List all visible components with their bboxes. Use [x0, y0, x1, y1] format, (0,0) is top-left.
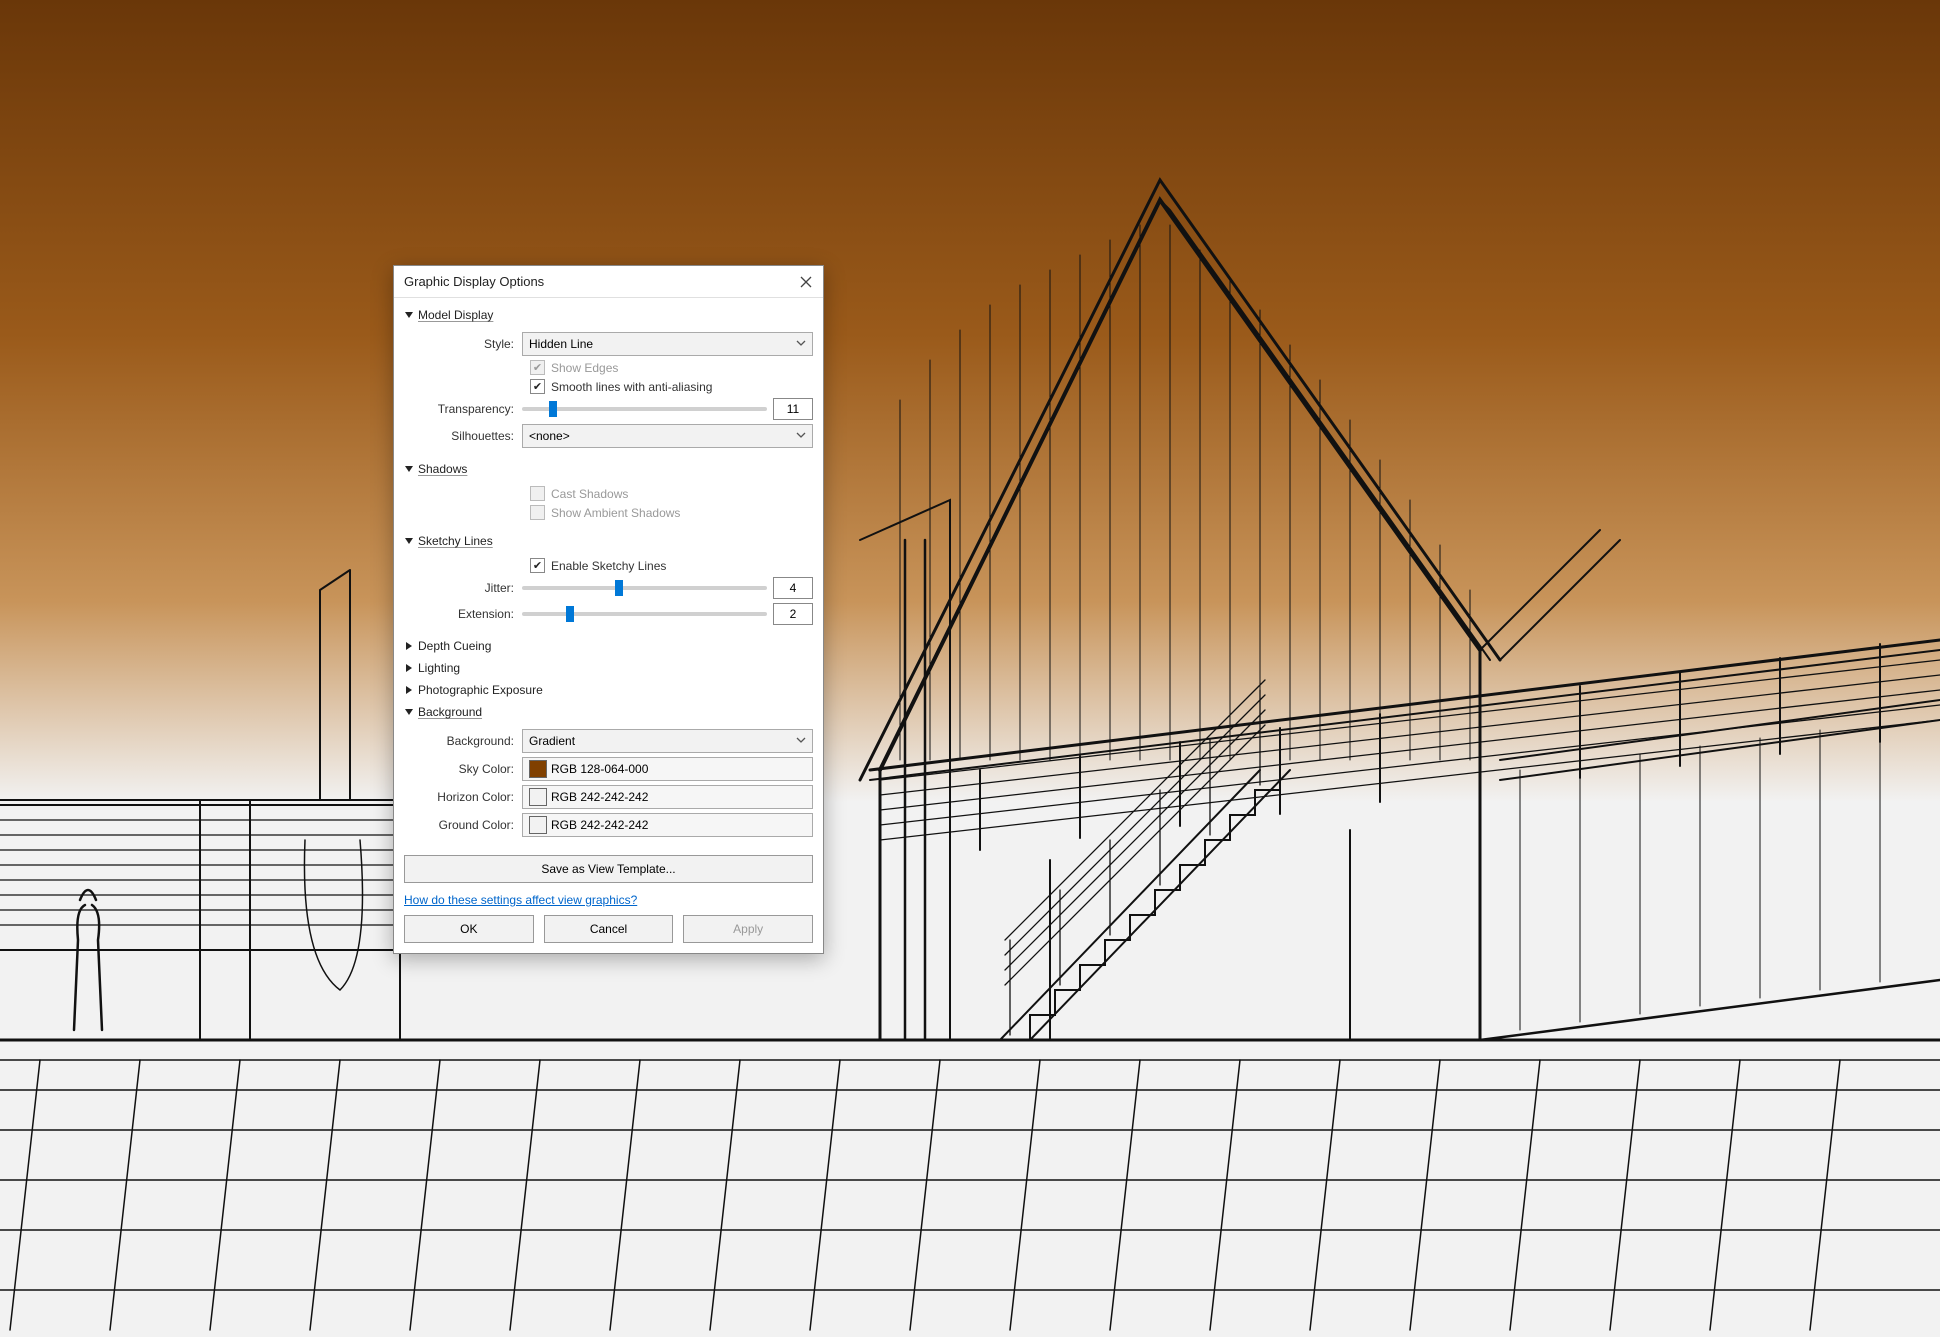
background-select[interactable]: Gradient [522, 729, 813, 753]
apply-label: Apply [733, 922, 763, 936]
transparency-slider[interactable] [522, 407, 767, 411]
cast-shadows-label: Cast Shadows [551, 487, 628, 501]
expand-right-icon [404, 685, 414, 695]
horizon-color-label: Horizon Color: [404, 790, 522, 804]
close-icon [800, 276, 812, 288]
dialog-body: Model Display Style: Hidden Line Show Ed… [394, 298, 823, 953]
section-model-display-content: Style: Hidden Line Show Edges Smooth lin… [404, 326, 813, 458]
extension-label: Extension: [404, 607, 522, 621]
graphic-display-options-dialog: Graphic Display Options Model Display St… [393, 265, 824, 954]
section-model-display-header[interactable]: Model Display [404, 304, 813, 326]
background-label: Background: [404, 734, 522, 748]
extension-slider[interactable] [522, 612, 767, 616]
sky-color-swatch [529, 760, 547, 778]
style-label: Style: [404, 337, 522, 351]
dialog-titlebar[interactable]: Graphic Display Options [394, 266, 823, 298]
save-template-label: Save as View Template... [541, 862, 675, 876]
silhouettes-value: <none> [529, 429, 570, 443]
background-value: Gradient [529, 734, 575, 748]
expand-down-icon [404, 310, 414, 320]
section-background-header[interactable]: Background [404, 701, 813, 723]
cancel-label: Cancel [590, 922, 627, 936]
horizon-color-swatch [529, 788, 547, 806]
chevron-down-icon [796, 337, 806, 351]
ok-label: OK [460, 922, 477, 936]
section-photo-exposure-header[interactable]: Photographic Exposure [404, 679, 813, 701]
sky-color-value: RGB 128-064-000 [551, 762, 648, 776]
jitter-label: Jitter: [404, 581, 522, 595]
style-select[interactable]: Hidden Line [522, 332, 813, 356]
chevron-down-icon [796, 429, 806, 443]
dialog-title: Graphic Display Options [404, 274, 544, 289]
ground-color-button[interactable]: RGB 242-242-242 [522, 813, 813, 837]
chevron-down-icon [796, 734, 806, 748]
extension-value[interactable]: 2 [773, 603, 813, 625]
viewport-background [0, 0, 1940, 1337]
jitter-value[interactable]: 4 [773, 577, 813, 599]
show-edges-checkbox [530, 360, 545, 375]
show-edges-label: Show Edges [551, 361, 618, 375]
section-label: Model Display [418, 308, 493, 322]
section-label: Depth Cueing [418, 639, 491, 653]
ambient-shadows-checkbox [530, 505, 545, 520]
cancel-button[interactable]: Cancel [544, 915, 674, 943]
apply-button: Apply [683, 915, 813, 943]
style-value: Hidden Line [529, 337, 593, 351]
building-sketch [0, 0, 1940, 1337]
section-depth-cueing-header[interactable]: Depth Cueing [404, 635, 813, 657]
section-shadows-content: Cast Shadows Show Ambient Shadows [404, 480, 813, 530]
section-label: Shadows [418, 462, 467, 476]
save-as-view-template-button[interactable]: Save as View Template... [404, 855, 813, 883]
expand-right-icon [404, 663, 414, 673]
transparency-value[interactable]: 11 [773, 398, 813, 420]
ok-button[interactable]: OK [404, 915, 534, 943]
section-sketchy-header[interactable]: Sketchy Lines [404, 530, 813, 552]
enable-sketchy-checkbox[interactable] [530, 558, 545, 573]
smooth-lines-label: Smooth lines with anti-aliasing [551, 380, 712, 394]
smooth-lines-checkbox[interactable] [530, 379, 545, 394]
close-button[interactable] [799, 275, 813, 289]
sky-color-button[interactable]: RGB 128-064-000 [522, 757, 813, 781]
section-sketchy-content: Enable Sketchy Lines Jitter: 4 Extension… [404, 552, 813, 635]
section-label: Background [418, 705, 482, 719]
expand-down-icon [404, 464, 414, 474]
transparency-label: Transparency: [404, 402, 522, 416]
jitter-slider[interactable] [522, 586, 767, 590]
cast-shadows-checkbox [530, 486, 545, 501]
section-label: Photographic Exposure [418, 683, 543, 697]
expand-down-icon [404, 707, 414, 717]
section-label: Lighting [418, 661, 460, 675]
section-lighting-header[interactable]: Lighting [404, 657, 813, 679]
help-link[interactable]: How do these settings affect view graphi… [404, 893, 813, 907]
ground-color-swatch [529, 816, 547, 834]
ground-color-value: RGB 242-242-242 [551, 818, 648, 832]
expand-down-icon [404, 536, 414, 546]
horizon-color-button[interactable]: RGB 242-242-242 [522, 785, 813, 809]
section-background-content: Background: Gradient Sky Color: RGB 128-… [404, 723, 813, 847]
sky-color-label: Sky Color: [404, 762, 522, 776]
horizon-color-value: RGB 242-242-242 [551, 790, 648, 804]
ambient-shadows-label: Show Ambient Shadows [551, 506, 680, 520]
expand-right-icon [404, 641, 414, 651]
section-label: Sketchy Lines [418, 534, 493, 548]
section-shadows-header[interactable]: Shadows [404, 458, 813, 480]
ground-color-label: Ground Color: [404, 818, 522, 832]
silhouettes-label: Silhouettes: [404, 429, 522, 443]
silhouettes-select[interactable]: <none> [522, 424, 813, 448]
enable-sketchy-label: Enable Sketchy Lines [551, 559, 666, 573]
